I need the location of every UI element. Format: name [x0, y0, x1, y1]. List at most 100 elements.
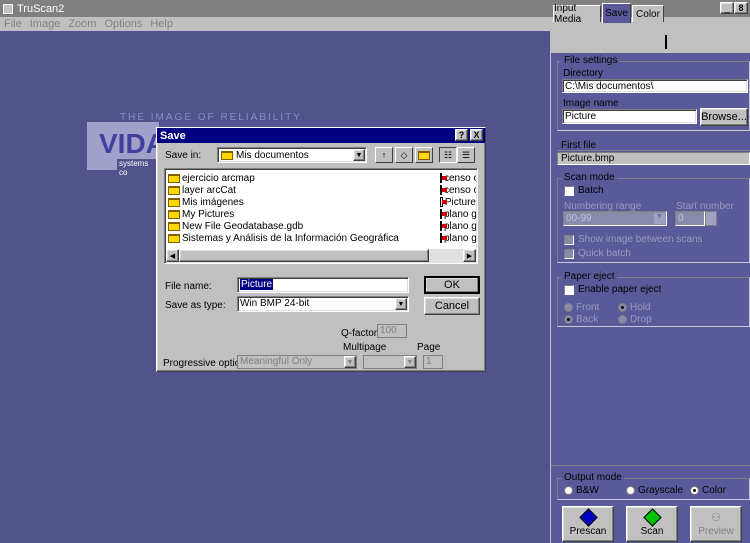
folder-icon [168, 209, 180, 219]
list-item[interactable]: My Pictures [168, 208, 438, 220]
list-item[interactable]: Picture [440, 196, 476, 208]
hold-label: Hold [630, 302, 651, 313]
grayscale-label: Grayscale [638, 485, 684, 496]
image-file-icon [440, 185, 447, 195]
output-mode-title: Output mode [562, 472, 624, 483]
image-name-field[interactable]: Picture [562, 109, 697, 124]
chevron-down-icon: ▼ [344, 356, 356, 368]
minimize-button[interactable]: _ [720, 2, 734, 14]
list-item[interactable]: Mis imágenes [168, 196, 438, 208]
paper-eject-title: Paper eject [562, 271, 617, 282]
preview-button[interactable]: ⚇ Preview [690, 506, 742, 542]
list-item[interactable]: plano g [440, 220, 476, 232]
batch-checkbox[interactable] [564, 186, 574, 196]
list-item[interactable]: layer arcCat [168, 184, 438, 196]
scroll-thumb[interactable] [179, 249, 429, 262]
folder-icon [168, 233, 180, 243]
progressive-options-select[interactable]: Meaningful Only ▼ [237, 355, 357, 369]
page-field[interactable]: 1 [423, 355, 443, 369]
scan-icon [642, 508, 662, 527]
front-radio[interactable] [564, 303, 573, 312]
image-file-icon [440, 209, 447, 219]
folder-icon [168, 185, 180, 195]
back-label: Back [576, 314, 599, 325]
tab-input-media[interactable]: Input Media [553, 3, 601, 25]
help-button[interactable]: ? [455, 129, 468, 141]
start-number-field[interactable]: 0 [675, 211, 705, 226]
menu-image[interactable]: Image [26, 18, 65, 30]
prescan-button[interactable]: Prescan [562, 506, 614, 542]
list-item[interactable]: plano g [440, 232, 476, 244]
quick-batch-label: Quick batch [578, 248, 631, 259]
list-item[interactable]: censo c [440, 184, 476, 196]
file-settings-title: File settings [562, 55, 620, 66]
up-folder-icon[interactable]: ↑ [375, 147, 393, 163]
file-list[interactable]: ejercicio arcmap layer arcCat Mis imágen… [164, 168, 478, 264]
bw-radio[interactable] [564, 486, 573, 495]
tab-save[interactable]: Save [602, 3, 631, 23]
qfactor-field[interactable]: 100 [377, 324, 407, 338]
list-item[interactable]: censo c [440, 172, 476, 184]
start-number-spinner[interactable] [705, 211, 717, 226]
save-dialog: Save ? X Save in: Mis documentos ▼ ↑ ◇ ☷… [156, 127, 486, 372]
restore-button[interactable]: 8 [734, 2, 748, 14]
drop-radio[interactable] [618, 315, 627, 324]
list-item[interactable]: New File Geodatabase.gdb [168, 220, 438, 232]
watermark-logo-sub: systems co [117, 159, 159, 177]
batch-label: Batch [578, 185, 604, 196]
close-button[interactable]: X [470, 129, 483, 141]
folder-icon [221, 150, 233, 160]
multipage-select[interactable]: ▼ [363, 355, 417, 369]
cancel-button[interactable]: Cancel [424, 297, 480, 315]
tab-color[interactable]: Color [632, 5, 664, 22]
watermark-logo: VIDA systems co [87, 122, 166, 177]
chevron-down-icon: ▼ [395, 298, 407, 310]
scan-button[interactable]: Scan [626, 506, 678, 542]
horizontal-scrollbar[interactable]: ◀ ▶ [166, 249, 476, 262]
save-in-select[interactable]: Mis documentos ▼ [217, 147, 367, 163]
file-name-input[interactable]: Picture [237, 277, 409, 293]
menu-zoom[interactable]: Zoom [64, 18, 100, 30]
browse-button[interactable]: Browse... [700, 108, 748, 126]
image-file-icon [440, 221, 447, 231]
menu-help[interactable]: Help [146, 18, 177, 30]
scan-mode-title: Scan mode [562, 172, 617, 183]
drop-label: Drop [630, 314, 652, 325]
show-image-label: Show image between scans [578, 234, 703, 245]
save-as-type-select[interactable]: Win BMP 24-bit ▼ [237, 296, 409, 312]
ok-button[interactable]: OK [424, 276, 480, 294]
desktop-icon[interactable]: ◇ [395, 147, 413, 163]
color-radio[interactable] [690, 486, 699, 495]
directory-field[interactable]: C:\Mis documentos\ [562, 79, 748, 93]
menu-file[interactable]: File [0, 18, 26, 30]
scroll-left-button[interactable]: ◀ [166, 249, 179, 262]
hold-radio[interactable] [618, 303, 627, 312]
list-item[interactable]: ejercicio arcmap [168, 172, 438, 184]
numbering-range-select[interactable]: 00-99 ▼ [563, 211, 667, 226]
save-dialog-titlebar: Save ? X [157, 128, 485, 143]
enable-paper-eject-label: Enable paper eject [578, 284, 662, 295]
image-file-icon [440, 233, 447, 243]
list-item[interactable]: Sistemas y Análisis de la Información Ge… [168, 232, 438, 244]
grayscale-radio[interactable] [626, 486, 635, 495]
quick-batch-checkbox[interactable] [564, 249, 574, 259]
chevron-down-icon: ▼ [404, 356, 416, 368]
enable-paper-eject-checkbox[interactable] [564, 285, 574, 295]
first-file-value: Picture.bmp [557, 152, 750, 165]
image-name-label: Image name [563, 98, 619, 109]
scroll-right-button[interactable]: ▶ [463, 249, 476, 262]
list-view-icon[interactable]: ☷ [439, 147, 457, 163]
color-label: Color [702, 485, 726, 496]
details-view-icon[interactable]: ☰ [457, 147, 475, 163]
bw-label: B&W [576, 485, 599, 496]
image-file-icon [440, 197, 447, 207]
list-item[interactable]: plano g [440, 208, 476, 220]
menu-options[interactable]: Options [100, 18, 146, 30]
show-image-checkbox[interactable] [564, 235, 574, 245]
back-radio[interactable] [564, 315, 573, 324]
front-label: Front [576, 302, 600, 313]
new-folder-icon[interactable] [415, 147, 433, 163]
app-title: TruScan2 [17, 2, 65, 15]
chevron-down-icon: ▼ [353, 149, 365, 161]
directory-label: Directory [563, 68, 604, 79]
